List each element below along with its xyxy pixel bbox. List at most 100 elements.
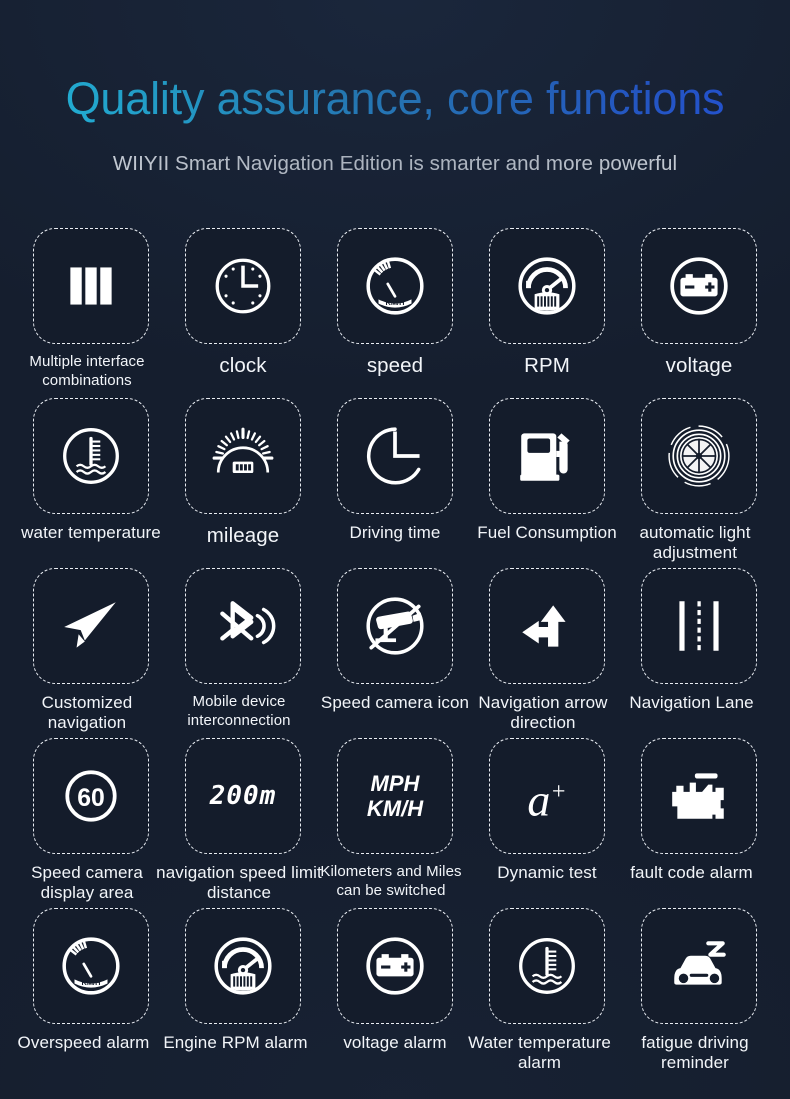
feature-icon-card[interactable] [337,568,453,684]
feature-icon-card[interactable] [489,228,605,344]
speed-limit-60-icon: 60 [58,763,124,829]
feature-icon-card[interactable] [489,908,605,1024]
feature-item: fault code alarm [623,738,775,908]
feature-icon-card[interactable] [641,568,757,684]
aperture-light-sensor-icon [666,423,732,489]
feature-icon-card[interactable] [337,398,453,514]
navigation-lane-road-icon [666,593,732,659]
water-temperature-icon [58,423,124,489]
feature-label: water temperature [21,523,161,542]
feature-item: Multiple interface combinations [15,228,167,398]
feature-icon-card[interactable] [185,398,301,514]
feature-label: Fuel Consumption [477,523,617,542]
feature-item: KM/H speed [319,228,471,398]
feature-item: clock [167,228,319,398]
feature-item: automatic light adjustment [623,398,775,568]
feature-label: voltage [665,354,733,377]
feature-icon-card[interactable] [641,228,757,344]
feature-label: Engine RPM alarm [163,1033,308,1052]
driving-time-clock-icon [362,423,428,489]
feature-label: Kilometers and Miles can be switched [320,863,462,899]
dynamic-test-a-plus-icon: a+ [514,763,580,829]
rpm-gauge-icon [210,933,276,999]
dynamic-test-plus: + [550,778,567,805]
water-temperature-icon [514,933,580,999]
feature-item: fatigue driving reminder [623,908,775,1078]
feature-item: voltage [623,228,775,398]
feature-icon-card[interactable] [185,908,301,1024]
feature-label: clock [219,354,267,377]
feature-item: 200m navigation speed limit distance [156,738,322,908]
feature-label: RPM [524,354,570,377]
multiple-interface-bars-icon [58,253,124,319]
feature-label: Speed camera icon [320,693,470,712]
feature-item: RPM [471,228,623,398]
engine-fault-code-icon [666,763,732,829]
unit-line-mph: MPH [370,771,420,796]
feature-label: Navigation Lane [629,693,754,712]
feature-icon-card[interactable] [185,568,301,684]
svg-text:60: 60 [77,785,105,812]
feature-label: Multiple interface combinations [29,353,145,389]
feature-label: fatigue driving reminder [641,1033,749,1072]
speed-camera-icon [362,593,428,659]
dynamic-test-text: a+ [527,769,566,823]
feature-label: fault code alarm [630,863,753,882]
feature-icon-card[interactable]: 60 [33,738,149,854]
feature-label: Water temperature alarm [468,1033,611,1072]
feature-item: Engine RPM alarm [163,908,319,1078]
feature-item: Customized navigation [15,568,167,738]
dynamic-test-letter: a [527,774,551,826]
feature-label: Driving time [349,523,441,542]
feature-icon-card[interactable] [641,908,757,1024]
feature-item: MPH KM/H Kilometers and Miles can be switc… [319,738,471,908]
paper-plane-navigation-icon [58,593,124,659]
fatigue-driving-car-icon [666,933,732,999]
feature-label: Speed camera display area [31,863,143,902]
feature-item: Fuel Consumption [471,398,623,568]
feature-label: Mobile device interconnection [187,693,291,729]
feature-icon-card[interactable] [641,738,757,854]
feature-item: water temperature [15,398,167,568]
feature-icon-card[interactable] [337,908,453,1024]
feature-item: Mobile device interconnection [167,568,319,738]
unit-line-kmh: KM/H [366,796,424,821]
page-subtitle: WIIYII Smart Navigation Edition is smart… [112,152,678,175]
feature-label: navigation speed limit distance [156,863,322,902]
feature-item: 60 Speed camera display area [15,738,167,908]
page-title: Quality assurance, core functions [0,72,790,126]
feature-item: Speed camera icon [319,568,471,738]
feature-label: Customized navigation [41,693,133,732]
feature-item: Navigation Lane [623,568,775,738]
distance-200m-icon: 200m [193,763,293,829]
feature-item: mileage [167,398,319,568]
feature-label: speed [366,354,424,377]
feature-icon-card[interactable] [33,228,149,344]
page-header: Quality assurance, core functions WIIYII… [0,0,790,177]
feature-item: Driving time [319,398,471,568]
feature-icon-card[interactable] [489,398,605,514]
feature-icon-card[interactable] [185,228,301,344]
feature-icon-card[interactable] [489,568,605,684]
feature-icon-card[interactable]: a+ [489,738,605,854]
speedometer-kmh-icon: KM/H [362,253,428,319]
mph-kmh-switch-icon: MPH KM/H [345,763,445,829]
feature-grid: Multiple interface combinations clock KM/H… [0,228,790,1078]
feature-icon-card[interactable]: 200m [185,738,301,854]
clock-icon [210,253,276,319]
feature-icon-card[interactable]: KM/H [337,228,453,344]
feature-icon-card[interactable]: MPH KM/H [337,738,453,854]
rpm-gauge-icon [514,253,580,319]
feature-icon-card[interactable] [33,398,149,514]
feature-icon-card[interactable] [641,398,757,514]
feature-icon-card[interactable] [33,568,149,684]
feature-icon-card[interactable]: KM/H [33,908,149,1024]
promo-page: Quality assurance, core functions WIIYII… [0,0,790,1099]
unit-switch-text: MPH KM/H [367,771,423,821]
bluetooth-signal-icon [210,593,276,659]
battery-voltage-icon [666,253,732,319]
navigation-arrow-direction-icon [514,593,580,659]
svg-text:KM/H: KM/H [386,298,405,307]
odometer-mileage-icon [210,423,276,489]
fuel-pump-icon [514,423,580,489]
